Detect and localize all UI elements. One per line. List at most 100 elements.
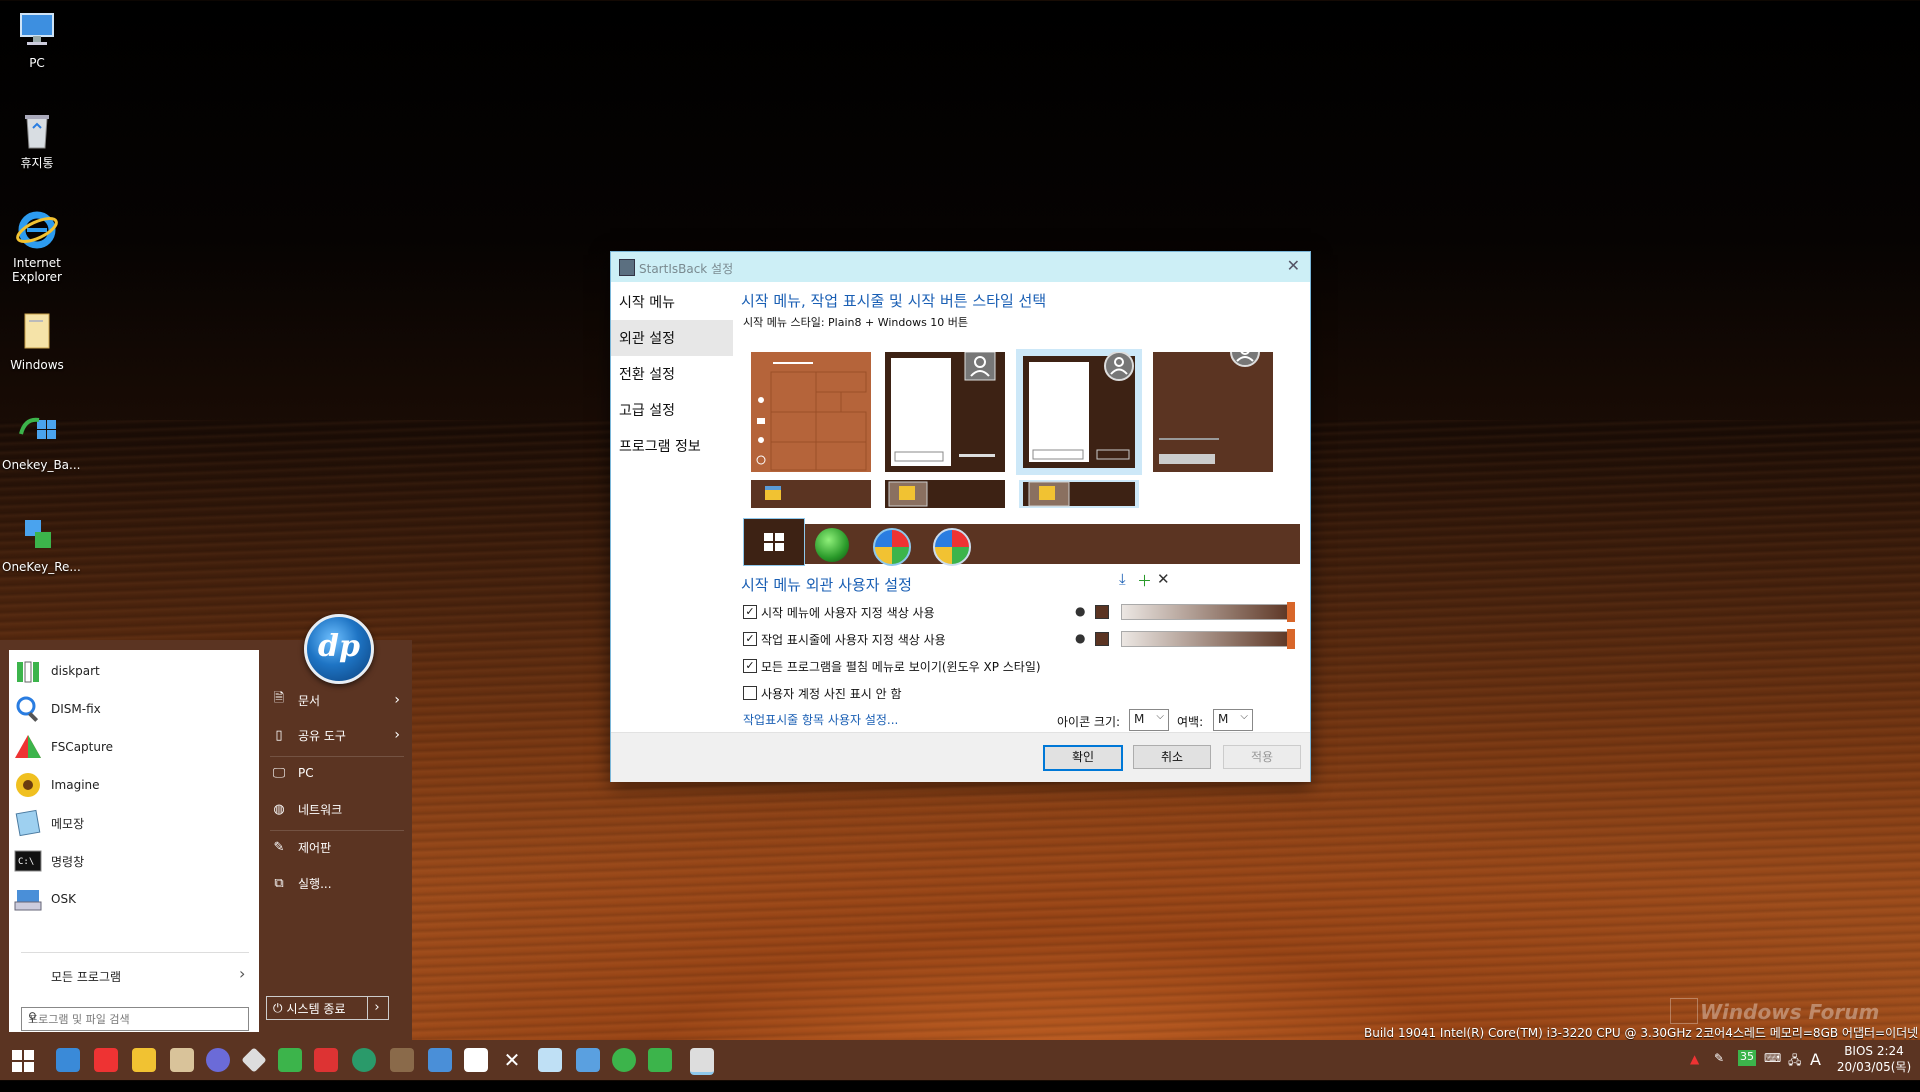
nav-appearance[interactable]: 외관 설정 [611, 320, 733, 356]
taskbar-app-icon[interactable] [352, 1048, 376, 1072]
taskbar-app-icon[interactable] [94, 1048, 118, 1072]
taskbar-app-icon[interactable] [206, 1048, 230, 1072]
checkbox-xp-style-all-programs[interactable]: ✓ 모든 프로그램을 펼침 메뉴로 보이기(윈도우 XP 스타일) [743, 656, 1041, 676]
close-icon[interactable]: ✕ [1287, 256, 1300, 275]
program-item-fscapture[interactable]: FSCapture [13, 730, 253, 764]
taskbar-style-option-1[interactable] [751, 480, 871, 508]
ie-icon [15, 208, 59, 252]
chevron-down-icon: ⌵ [1156, 711, 1164, 722]
start-button-option-win7[interactable] [873, 528, 911, 566]
start-menu-color-swatch[interactable] [1095, 605, 1109, 619]
checkbox-hide-user-picture[interactable]: 사용자 계정 사진 표시 안 함 [743, 683, 902, 703]
taskbar-app-icon[interactable] [464, 1048, 488, 1072]
program-item-imagine[interactable]: Imagine [13, 768, 253, 802]
search-icon: ⚲ [28, 1010, 37, 1024]
program-item-dism-fix[interactable]: DISM-fix [13, 692, 253, 726]
tray-ime-indicator[interactable]: A [1810, 1050, 1821, 1090]
slider-thumb[interactable] [1287, 602, 1295, 622]
desktop-icon-windows-folder[interactable]: Windows [2, 310, 72, 372]
taskbar-app-icon-active[interactable] [690, 1048, 714, 1075]
place-item-pc[interactable]: 🖵 PC [270, 758, 408, 788]
tools-icon[interactable]: ✕ [500, 1048, 524, 1072]
taskbar-app-icon[interactable] [648, 1048, 672, 1072]
taskbar-app-icon[interactable] [538, 1048, 562, 1072]
checkbox-box[interactable]: ✓ [743, 659, 757, 673]
shutdown-button[interactable]: ⏻ 시스템 종료 [266, 996, 368, 1020]
checkbox-box[interactable]: ✓ [743, 605, 757, 619]
checkbox-taskbar-color[interactable]: ✓ 작업 표시줄에 사용자 지정 색상 사용 [743, 629, 946, 649]
start-button-option-windows10[interactable] [743, 518, 805, 566]
nav-switching[interactable]: 전환 설정 [611, 356, 733, 392]
style-option-metro[interactable] [751, 352, 871, 472]
opacity-drop-icon: ● [1075, 631, 1086, 645]
place-item-share-tools[interactable]: ▯ 공유 도구 › [270, 720, 408, 750]
clock[interactable]: BIOS 2:24 20/03/05(목) [1832, 1043, 1916, 1075]
desktop-icon-pc[interactable]: PC [2, 8, 72, 70]
program-item-diskpart[interactable]: diskpart [13, 654, 253, 688]
place-item-documents[interactable]: 🗎 문서 › [270, 685, 408, 715]
style-option-plain8-selected[interactable] [1016, 349, 1142, 475]
taskbar-app-icon[interactable] [241, 1047, 267, 1073]
slider-thumb[interactable] [1287, 629, 1295, 649]
download-icon[interactable]: ⤓ [1119, 570, 1126, 588]
separator [21, 952, 249, 953]
taskbar-app-icon[interactable] [428, 1048, 452, 1072]
style-option-dark[interactable] [1153, 337, 1273, 472]
taskbar-app-icon[interactable] [170, 1048, 194, 1072]
nav-advanced[interactable]: 고급 설정 [611, 392, 733, 428]
start-button-option-vista[interactable] [933, 528, 971, 566]
apply-button[interactable]: 적용 [1223, 745, 1301, 769]
taskbar-app-icon[interactable] [314, 1048, 338, 1072]
remove-icon[interactable]: ✕ [1157, 570, 1170, 588]
place-item-control-panel[interactable]: ✎ 제어판 [270, 832, 408, 862]
user-avatar[interactable]: dp [304, 614, 374, 684]
place-item-network[interactable]: ◍ 네트워크 [270, 794, 408, 824]
tray-pen-icon[interactable]: ✎ [1714, 1051, 1724, 1091]
taskbar-app-icon[interactable] [576, 1048, 600, 1072]
checkbox-start-menu-color[interactable]: ✓ 시작 메뉴에 사용자 지정 색상 사용 [743, 602, 935, 622]
taskbar-app-icon[interactable] [278, 1048, 302, 1072]
start-menu-color-slider[interactable] [1121, 602, 1295, 622]
tray-keyboard-icon[interactable]: ⌨ [1764, 1051, 1781, 1091]
icon-size-select[interactable]: M ⌵ [1129, 709, 1169, 731]
taskbar-app-icon[interactable] [56, 1048, 80, 1072]
program-item-cmd[interactable]: C:\ 명령창 [13, 844, 253, 878]
nav-about[interactable]: 프로그램 정보 [611, 428, 733, 464]
start-button-option-clover[interactable] [815, 528, 849, 562]
tray-network-icon[interactable]: 🖧 [1788, 1051, 1801, 1091]
taskbar-app-icon[interactable] [612, 1048, 636, 1072]
ok-button[interactable]: 확인 [1043, 745, 1123, 771]
checkbox-box[interactable] [743, 686, 757, 700]
taskbar-customize-link[interactable]: 작업표시줄 항목 사용자 설정... [743, 711, 898, 728]
taskbar-color-swatch[interactable] [1095, 632, 1109, 646]
desktop-icon-internet-explorer[interactable]: Internet Explorer [2, 208, 72, 284]
tray-arrow-icon[interactable]: ▲ [1690, 1052, 1699, 1092]
nav-start-menu[interactable]: 시작 메뉴 [611, 284, 733, 320]
cancel-button[interactable]: 취소 [1133, 745, 1211, 769]
style-option-plain8[interactable] [885, 351, 1005, 472]
start-button[interactable] [12, 1050, 34, 1075]
desktop-icon-onekey-backup[interactable]: Onekey_Ba... [2, 410, 81, 472]
desktop-icon-onekey-restore[interactable]: OneKey_Re... [2, 512, 81, 574]
desktop-icon-label: Onekey_Ba... [2, 458, 81, 472]
margin-value: M [1218, 712, 1229, 726]
start-menu-places-pane: 🗎 문서 › ▯ 공유 도구 › 🖵 PC ◍ 네트워크 ✎ 제어판 ⧉ 실행.… [262, 640, 412, 1040]
network-icon: ◍ [273, 801, 285, 817]
checkbox-label: 시작 메뉴에 사용자 지정 색상 사용 [761, 605, 935, 620]
program-item-osk[interactable]: OSK [13, 882, 253, 916]
margin-select[interactable]: M ⌵ [1213, 709, 1253, 731]
search-input[interactable]: 프로그램 및 파일 검색 ⚲ [21, 1007, 249, 1031]
tray-badge[interactable]: 35 [1738, 1050, 1756, 1066]
taskbar-style-option-2[interactable] [885, 480, 1005, 508]
add-icon[interactable]: ＋ [1137, 570, 1152, 591]
place-item-run[interactable]: ⧉ 실행... [270, 868, 408, 898]
checkbox-box[interactable]: ✓ [743, 632, 757, 646]
shutdown-options-button[interactable]: › [366, 996, 389, 1020]
desktop-icon-recycle-bin[interactable]: 휴지통 [2, 108, 72, 170]
program-item-notepad[interactable]: 메모장 [13, 806, 253, 840]
taskbar-app-icon[interactable] [390, 1048, 414, 1072]
taskbar-app-icon[interactable] [132, 1048, 156, 1072]
taskbar-color-slider[interactable] [1121, 629, 1295, 649]
all-programs-button[interactable]: 모든 프로그램 [51, 968, 121, 985]
taskbar-style-option-3[interactable] [1019, 480, 1139, 508]
